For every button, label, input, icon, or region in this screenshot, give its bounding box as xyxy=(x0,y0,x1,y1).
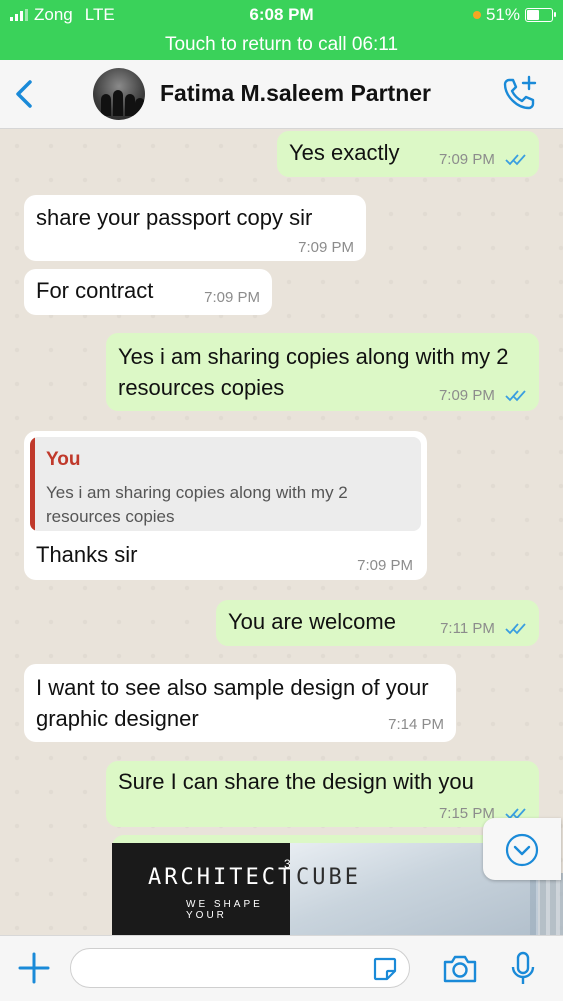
message-text: I want to see also sample design of your… xyxy=(36,675,429,731)
chat-area[interactable]: Yes exactly 7:09 PM share your passport … xyxy=(0,129,563,935)
quoted-message[interactable]: You Yes i am sharing copies along with m… xyxy=(30,437,421,531)
message-time: 7:11 PM xyxy=(440,620,495,637)
scroll-to-bottom-button[interactable] xyxy=(483,818,561,880)
message-text: Yes exactly xyxy=(289,140,400,165)
battery-icon xyxy=(525,8,556,22)
location-dot-icon xyxy=(472,11,481,19)
message-incoming[interactable]: share your passport copy sir 7:09 PM xyxy=(24,195,366,261)
message-outgoing[interactable]: Yes i am sharing copies along with my 2 … xyxy=(106,333,539,411)
message-input[interactable] xyxy=(70,948,410,988)
message-outgoing[interactable]: Yes exactly 7:09 PM xyxy=(277,131,539,177)
message-time: 7:09 PM xyxy=(298,239,354,256)
back-icon[interactable] xyxy=(12,76,36,112)
mic-icon[interactable] xyxy=(510,951,536,987)
message-text: Sure I can share the design with you xyxy=(118,769,474,794)
message-time: 7:09 PM xyxy=(438,151,495,168)
return-to-call-banner[interactable]: Touch to return to call 06:11 xyxy=(0,34,563,56)
message-outgoing[interactable]: You are welcome 7:11 PM xyxy=(216,600,539,646)
message-time: 7:09 PM xyxy=(204,289,260,306)
avatar[interactable] xyxy=(93,68,145,120)
quote-text: Yes i am sharing copies along with my 2 … xyxy=(46,483,348,526)
image-brand-text-2: CUBE xyxy=(296,865,361,890)
read-ticks-icon xyxy=(505,154,526,166)
message-text: You are welcome xyxy=(228,609,396,634)
message-time: 7:09 PM xyxy=(357,557,413,574)
compose-bar xyxy=(0,935,563,1001)
message-text: Thanks sir xyxy=(36,542,138,567)
message-incoming[interactable]: For contract 7:09 PM xyxy=(24,269,272,315)
status-bar: Zong LTE 6:08 PM 51% Touch to return to … xyxy=(0,0,563,60)
message-incoming-reply[interactable]: You Yes i am sharing copies along with m… xyxy=(24,431,427,580)
message-time: 7:09 PM xyxy=(438,387,495,404)
battery-percent: 51% xyxy=(485,5,520,24)
quote-author: You xyxy=(46,449,81,470)
message-time: 7:14 PM xyxy=(388,716,444,733)
read-ticks-icon xyxy=(505,390,526,402)
message-text: share your passport copy sir xyxy=(36,205,313,230)
chat-header: Fatima M.saleem Partner xyxy=(0,60,563,129)
sticker-icon[interactable] xyxy=(372,956,398,982)
scroll-down-icon xyxy=(505,833,539,867)
contact-name[interactable]: Fatima M.saleem Partner xyxy=(160,80,431,107)
image-logo-panel: ARCHITECTS 3 WE SHAPE YOUR xyxy=(112,843,307,935)
message-text: For contract xyxy=(36,278,154,303)
message-incoming[interactable]: I want to see also sample design of your… xyxy=(24,664,456,742)
message-time: 7:15 PM xyxy=(438,805,495,822)
camera-icon[interactable] xyxy=(442,954,478,984)
image-message[interactable]: ARCHITECTS 3 WE SHAPE YOUR CUBE xyxy=(112,835,563,935)
plus-icon[interactable] xyxy=(16,950,52,986)
message-outgoing[interactable]: Sure I can share the design with you 7:1… xyxy=(106,761,539,827)
image-tagline: WE SHAPE YOUR xyxy=(186,899,263,921)
add-call-icon[interactable] xyxy=(501,74,539,112)
read-ticks-icon xyxy=(505,623,526,635)
